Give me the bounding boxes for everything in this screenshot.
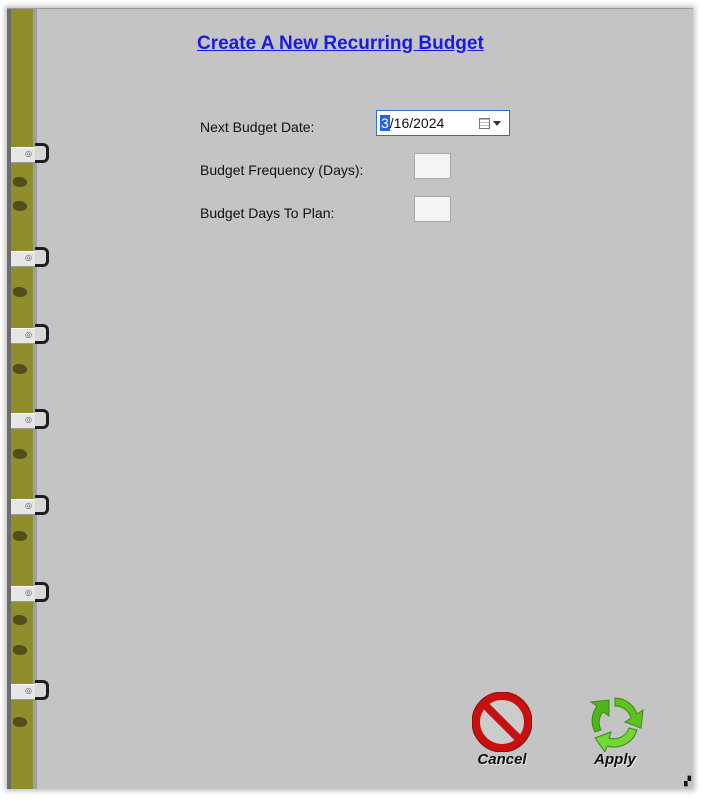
spiral-ring-icon: ◎: [11, 245, 51, 271]
spiral-ring-icon: ◎: [11, 141, 51, 167]
binding-blot: [13, 615, 27, 625]
spiral-ring-icon: ◎: [11, 580, 51, 606]
binding-blot: [13, 201, 27, 211]
binding-blot: [13, 531, 27, 541]
date-rest-segment[interactable]: /16/2024: [390, 115, 445, 131]
spiral-ring-icon: ◎: [11, 678, 51, 704]
apply-label: Apply: [594, 751, 636, 768]
binding-blot: [13, 177, 27, 187]
page-title[interactable]: Create A New Recurring Budget: [197, 33, 484, 55]
binding-blot: [13, 449, 27, 459]
spiral-ring-icon: ◎: [11, 493, 51, 519]
cancel-button[interactable]: Cancel: [464, 692, 540, 768]
no-entry-icon: [472, 692, 532, 752]
recycle-arrows-icon: [589, 697, 644, 752]
budget-form-window: ◎ ◎ ◎ ◎ ◎ ◎ ◎ Create A New Recurring Bud…: [7, 8, 693, 789]
next-budget-date-label: Next Budget Date:: [200, 119, 315, 135]
spiral-ring-icon: ◎: [11, 322, 51, 348]
budget-frequency-label: Budget Frequency (Days):: [200, 162, 364, 178]
budget-days-to-plan-label: Budget Days To Plan:: [200, 205, 335, 221]
next-budget-date-picker[interactable]: 3/16/2024: [376, 110, 510, 136]
binding-blot: [13, 287, 27, 297]
cancel-label: Cancel: [477, 751, 527, 768]
apply-button[interactable]: Apply: [577, 692, 653, 768]
spiral-binding: [7, 9, 37, 789]
budget-days-to-plan-input[interactable]: [414, 196, 451, 222]
resize-grip-icon[interactable]: ▞: [684, 777, 691, 787]
binding-blot: [13, 645, 27, 655]
chevron-down-icon: [493, 120, 501, 126]
binding-blot: [13, 364, 27, 374]
spiral-ring-icon: ◎: [11, 407, 51, 433]
budget-frequency-input[interactable]: [414, 153, 451, 179]
date-month-segment[interactable]: 3: [380, 115, 390, 131]
binding-blot: [13, 717, 27, 727]
date-dropdown-button[interactable]: [479, 115, 505, 131]
calendar-icon: [479, 117, 490, 129]
